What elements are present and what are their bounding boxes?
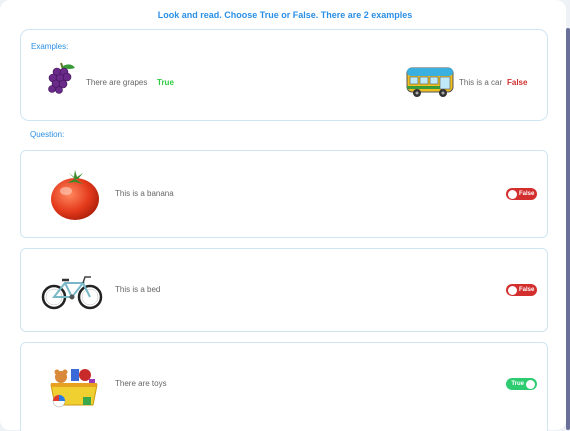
tomato-icon — [49, 167, 101, 228]
example-2-text: This is a car — [459, 78, 503, 87]
instruction-title: Look and read. Choose True or False. The… — [157, 10, 413, 20]
question-3-text: There are toys — [115, 379, 167, 388]
question-card: This is a bed False — [20, 248, 548, 332]
example-1-answer: True — [157, 78, 174, 87]
question-card: There are toys True — [20, 342, 548, 431]
examples-label: Examples: — [31, 42, 69, 51]
toggle-knob — [508, 189, 517, 199]
toggle-label: True — [511, 381, 524, 387]
toy-box-icon — [49, 363, 99, 414]
question-2-text: This is a bed — [115, 285, 161, 294]
toggle-label: False — [519, 191, 535, 197]
bus-icon — [405, 64, 455, 103]
examples-card: Examples: There are grapes True This is … — [20, 29, 548, 121]
grapes-icon — [43, 60, 79, 101]
question-card: This is a banana False — [20, 150, 548, 238]
question-label: Question: — [30, 130, 65, 139]
question-1-text: This is a banana — [115, 189, 174, 198]
worksheet-panel: Look and read. Choose True or False. The… — [0, 0, 566, 431]
example-2-answer: False — [507, 78, 528, 87]
true-false-toggle[interactable]: True — [506, 378, 537, 390]
true-false-toggle[interactable]: False — [506, 188, 537, 200]
true-false-toggle[interactable]: False — [506, 284, 537, 296]
scrollbar[interactable] — [566, 28, 570, 430]
bicycle-icon — [41, 273, 103, 316]
toggle-knob — [526, 379, 535, 389]
toggle-knob — [508, 285, 517, 295]
toggle-label: False — [519, 287, 535, 293]
example-1-text: There are grapes — [86, 78, 148, 87]
